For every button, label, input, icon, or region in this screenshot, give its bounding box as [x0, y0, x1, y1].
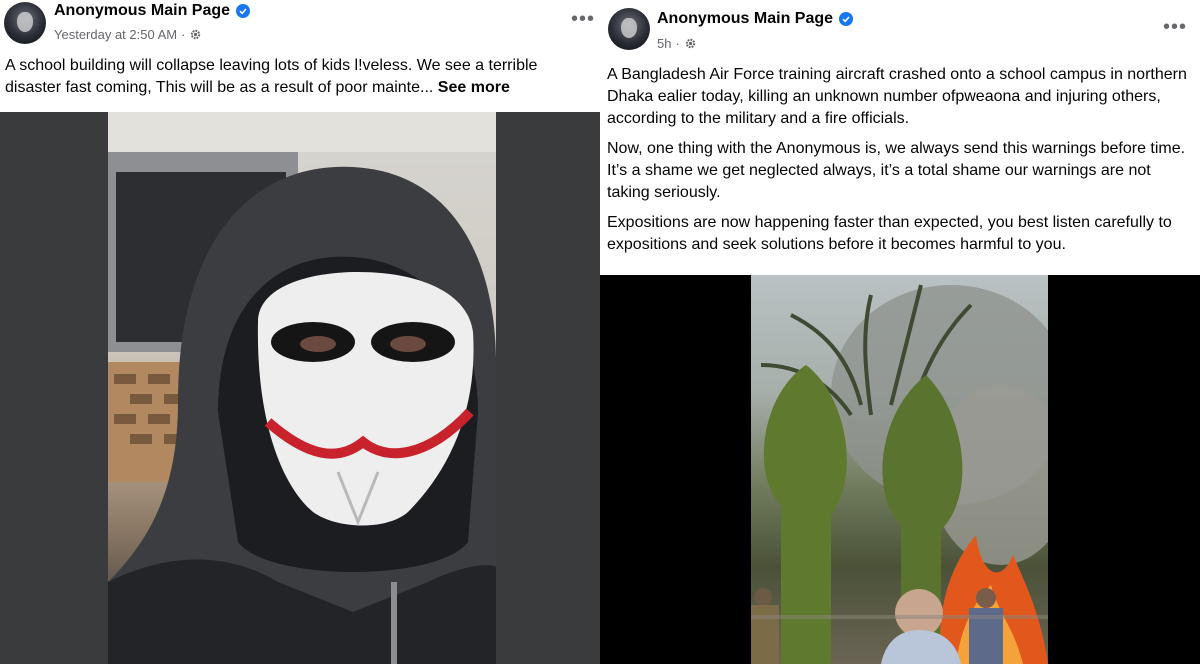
post-paragraph: Expositions are now happening faster tha… [607, 214, 1172, 253]
verified-badge-icon [839, 12, 854, 26]
see-more-link[interactable]: See more [438, 79, 510, 96]
post-meta: 5h · [657, 36, 697, 51]
post-paragraph: Now, one thing with the Anonymous is, we… [607, 140, 1186, 201]
masked-person-photo [108, 112, 496, 664]
post-body: A Bangladesh Air Force training aircraft… [607, 64, 1195, 264]
post-timestamp-link[interactable]: 5h [657, 36, 671, 51]
post-body: A school building will collapse leaving … [5, 55, 595, 99]
post-card-left: Anonymous Main Page Yesterday at 2:50 AM… [0, 0, 600, 664]
privacy-gear-icon[interactable] [684, 37, 697, 50]
post-timestamp-link[interactable]: Yesterday at 2:50 AM [54, 27, 177, 42]
meta-separator: · [675, 36, 680, 51]
post-video[interactable] [600, 275, 1200, 664]
page-name-link[interactable]: Anonymous Main Page [657, 10, 833, 28]
post-card-right: Anonymous Main Page 5h · ••• A Banglades… [600, 0, 1200, 664]
more-options-icon[interactable]: ••• [1163, 17, 1187, 37]
meta-separator: · [181, 27, 186, 42]
page-avatar[interactable] [608, 8, 650, 50]
post-header: Anonymous Main Page [657, 10, 854, 28]
post-meta: Yesterday at 2:50 AM · [54, 27, 202, 42]
post-paragraph: A Bangladesh Air Force training aircraft… [607, 66, 1187, 127]
more-options-icon[interactable]: ••• [571, 9, 595, 29]
post-image[interactable] [0, 112, 600, 664]
verified-badge-icon [236, 4, 251, 18]
page-name-link[interactable]: Anonymous Main Page [54, 2, 230, 20]
post-header: Anonymous Main Page [54, 2, 251, 20]
crash-fire-video-still [751, 275, 1048, 664]
page-avatar[interactable] [4, 2, 46, 44]
privacy-gear-icon[interactable] [189, 28, 202, 41]
